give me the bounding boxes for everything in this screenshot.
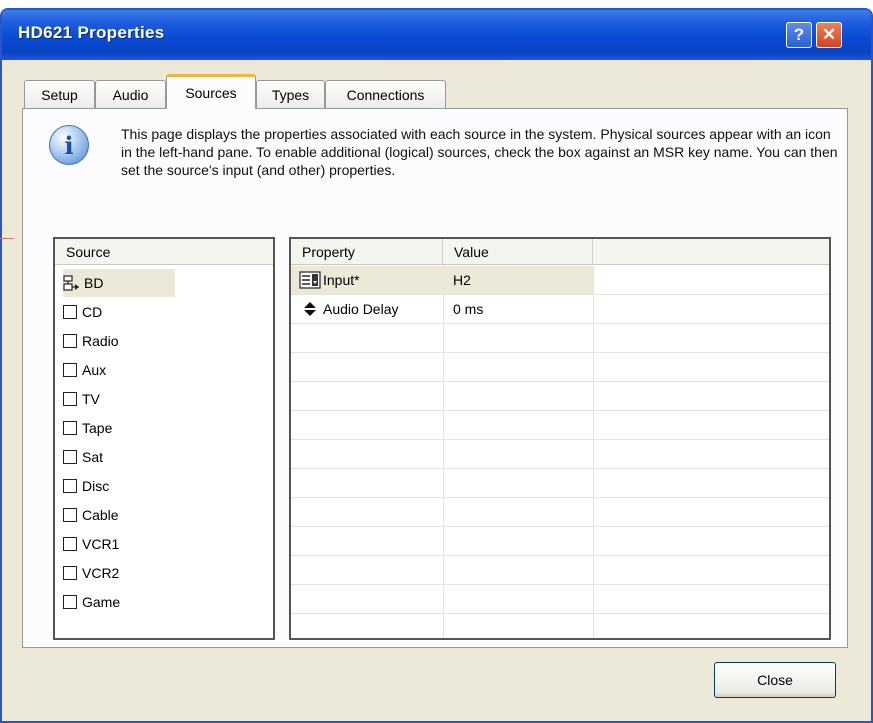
source-label: Tape (82, 420, 113, 436)
source-item-radio[interactable]: Radio (63, 327, 263, 355)
source-checkbox[interactable] (63, 334, 77, 348)
sources-tab-panel: i This page displays the properties asso… (22, 108, 848, 648)
tab-connections[interactable]: Connections (325, 80, 446, 108)
source-item-sat[interactable]: Sat (63, 443, 263, 471)
close-icon: ✕ (821, 25, 837, 44)
row-divider (291, 613, 829, 614)
source-checkbox[interactable] (63, 595, 77, 609)
source-label: Cable (82, 507, 119, 523)
source-label: TV (82, 391, 100, 407)
source-label: VCR1 (82, 536, 120, 552)
source-item-tape[interactable]: Tape (63, 414, 263, 442)
source-label: CD (82, 304, 103, 320)
source-checkbox[interactable] (63, 305, 77, 319)
source-list-header: Source (55, 239, 273, 265)
source-column-header[interactable]: Source (55, 239, 273, 265)
source-label: VCR2 (82, 565, 120, 581)
source-label: BD (84, 275, 104, 291)
row-divider (291, 584, 829, 585)
property-value[interactable]: 0 ms (453, 295, 483, 323)
spinner-arrows-icon (304, 302, 316, 316)
title-close-button[interactable]: ✕ (816, 22, 842, 48)
tab-audio[interactable]: Audio (95, 80, 166, 108)
row-divider (291, 410, 829, 411)
source-item-bd[interactable]: BD (63, 269, 175, 297)
title-bar[interactable]: HD621 Properties ? ✕ (2, 10, 871, 60)
source-item-cd[interactable]: CD (63, 298, 263, 326)
source-checkbox[interactable] (63, 450, 77, 464)
tab-sources[interactable]: Sources (166, 74, 256, 109)
source-item-aux[interactable]: Aux (63, 356, 263, 384)
physical-source-icon (63, 275, 79, 291)
property-name: Audio Delay (323, 301, 399, 317)
property-row-audio-delay[interactable]: Audio Delay 0 ms (291, 295, 829, 323)
property-grid[interactable]: Property Value Input* H2 Audio Delay 0 m… (289, 237, 831, 640)
source-checkbox[interactable] (63, 566, 77, 580)
source-checkbox[interactable] (63, 392, 77, 406)
source-checkbox[interactable] (63, 421, 77, 435)
source-item-tv[interactable]: TV (63, 385, 263, 413)
property-name-cell: Audio Delay (303, 295, 399, 323)
source-item-game[interactable]: Game (63, 588, 263, 616)
close-button[interactable]: Close (714, 662, 836, 698)
source-checkbox[interactable] (63, 508, 77, 522)
row-divider (291, 497, 829, 498)
window-title: HD621 Properties (18, 23, 165, 42)
source-label: Aux (82, 362, 107, 378)
source-label: Sat (82, 449, 104, 465)
property-name: Input* (323, 272, 360, 288)
help-icon: ? (793, 25, 805, 44)
source-checkbox[interactable] (63, 363, 77, 377)
source-label: Radio (82, 333, 119, 349)
source-checkbox[interactable] (63, 479, 77, 493)
row-divider (291, 468, 829, 469)
row-divider (291, 381, 829, 382)
row-divider (291, 526, 829, 527)
property-column-header[interactable]: Property (291, 239, 443, 265)
source-item-vcr2[interactable]: VCR2 (63, 559, 263, 587)
property-value[interactable]: H2 (453, 266, 471, 294)
help-button[interactable]: ? (786, 22, 812, 48)
source-list[interactable]: Source BD CD Radio Aux TV Tape Sat Disc … (53, 237, 275, 640)
source-checkbox[interactable] (63, 537, 77, 551)
page-description: This page displays the properties associ… (121, 126, 838, 178)
tab-setup[interactable]: Setup (24, 80, 95, 108)
value-column-header[interactable]: Value (443, 239, 593, 265)
tab-types[interactable]: Types (256, 80, 325, 108)
row-divider (291, 439, 829, 440)
property-name-cell: Input* (299, 266, 360, 294)
row-divider (291, 555, 829, 556)
info-icon: i (49, 125, 89, 165)
row-divider (291, 352, 829, 353)
properties-dialog: HD621 Properties ? ✕ Setup Audio Sources… (0, 8, 873, 723)
background-line (0, 238, 14, 239)
source-item-disc[interactable]: Disc (63, 472, 263, 500)
property-row-input[interactable]: Input* H2 (291, 266, 829, 294)
source-label: Game (82, 594, 121, 610)
source-item-cable[interactable]: Cable (63, 501, 263, 529)
row-divider (291, 323, 829, 324)
source-label: Disc (82, 478, 110, 494)
property-grid-header: Property Value (291, 239, 829, 265)
source-item-vcr1[interactable]: VCR1 (63, 530, 263, 558)
dropdown-list-icon (299, 271, 321, 289)
